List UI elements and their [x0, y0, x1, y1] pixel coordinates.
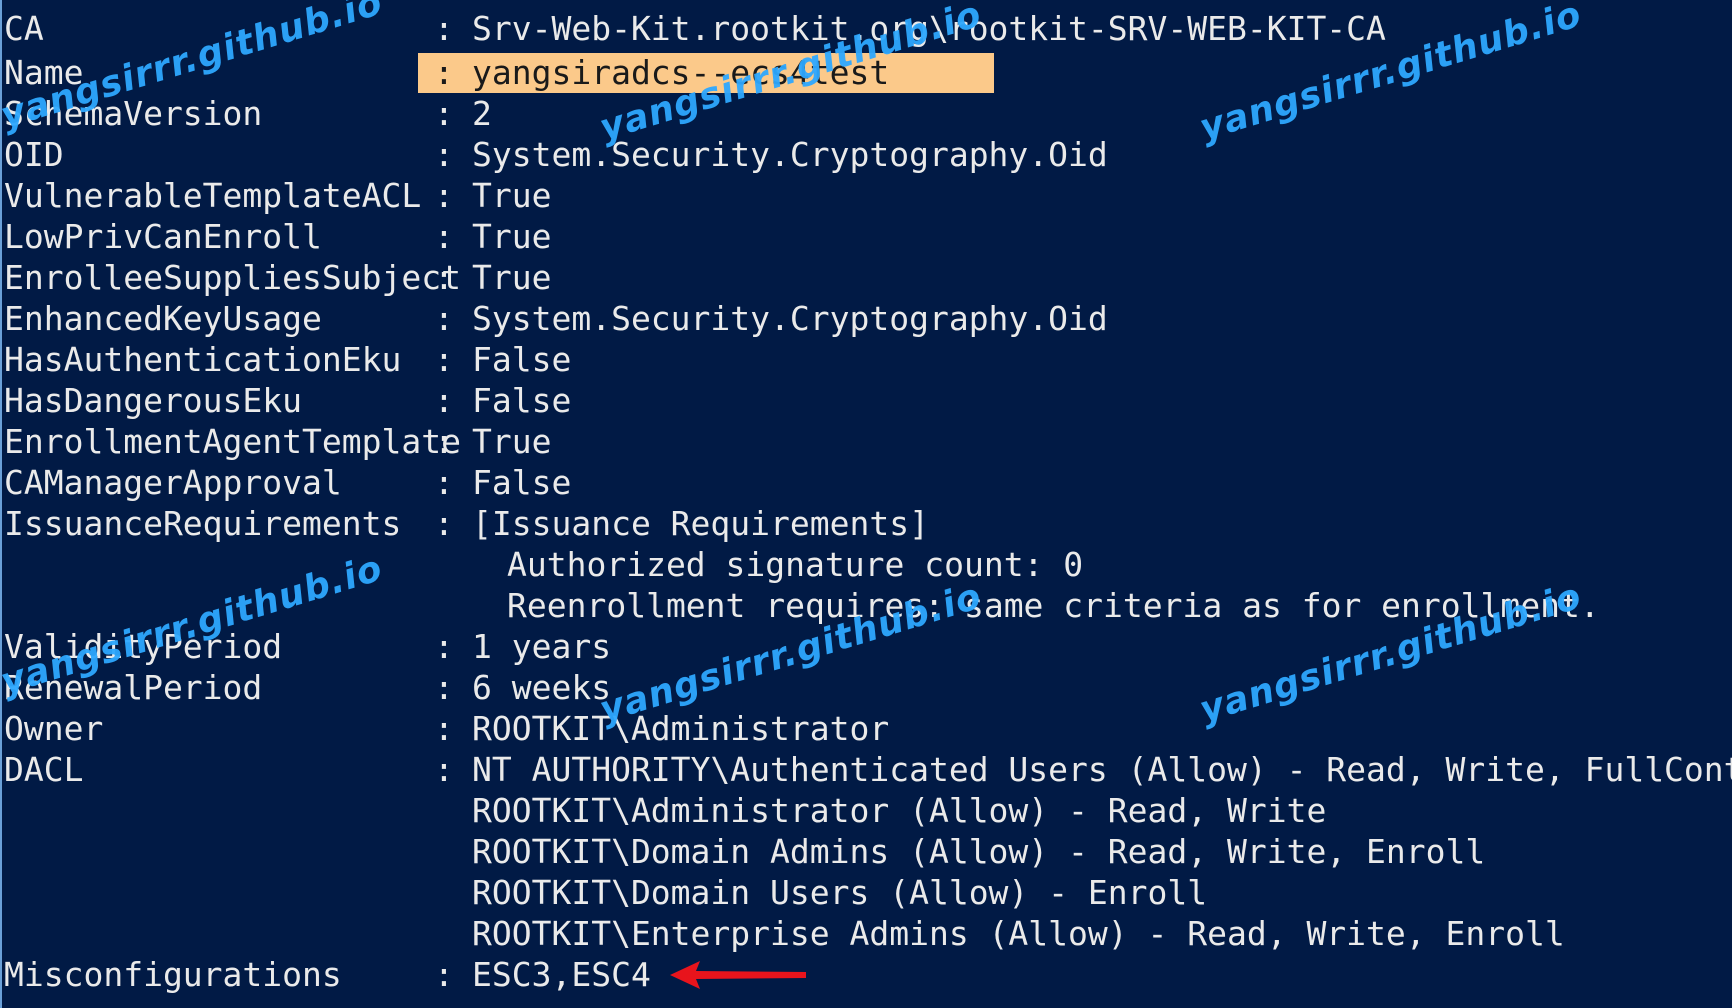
dacl-entry-line: ROOTKIT\Domain Users (Allow) - Enroll — [2, 872, 1732, 913]
property-row-name: Name : yangsiradcs--ecs4test — [2, 52, 1732, 93]
property-key: ValidityPeriod — [4, 627, 283, 666]
property-row-validityperiod: ValidityPeriod : 1 years — [2, 626, 1732, 667]
property-separator: : — [434, 381, 454, 420]
property-separator: : — [434, 627, 454, 666]
property-key: EnrolleeSuppliesSubject — [4, 258, 461, 297]
property-key: OID — [4, 135, 64, 174]
property-value-continuation: ROOTKIT\Administrator (Allow) - Read, Wr… — [472, 791, 1327, 830]
property-separator: : — [434, 340, 454, 379]
property-row-vulnerabletemplateacl: VulnerableTemplateACL : True — [2, 175, 1732, 216]
property-value: True — [472, 422, 552, 461]
property-separator: : — [434, 299, 454, 338]
property-row-enhancedkeyusage: EnhancedKeyUsage : System.Security.Crypt… — [2, 298, 1732, 339]
property-key: Owner — [4, 709, 104, 748]
property-value-continuation: ROOTKIT\Enterprise Admins (Allow) - Read… — [472, 914, 1565, 953]
dacl-entry-line: ROOTKIT\Domain Admins (Allow) - Read, Wr… — [2, 831, 1732, 872]
property-value-continuation: Authorized signature count: 0 — [507, 545, 1084, 584]
property-key: EnhancedKeyUsage — [4, 299, 322, 338]
property-key: HasDangerousEku — [4, 381, 303, 420]
property-value: ROOTKIT\Administrator — [472, 709, 890, 748]
annotation-arrow-icon — [670, 961, 806, 989]
property-key: RenewalPeriod — [4, 668, 263, 707]
property-key: Name — [4, 53, 84, 92]
property-separator: : — [434, 176, 454, 215]
property-row-camanagerapproval: CAManagerApproval : False — [2, 462, 1732, 503]
property-row-ca: CA : Srv-Web-Kit.rootkit.org\rootkit-SRV… — [2, 8, 1732, 49]
property-row-hasdangerouseku: HasDangerousEku : False — [2, 380, 1732, 421]
property-row-owner: Owner : ROOTKIT\Administrator — [2, 708, 1732, 749]
property-value: NT AUTHORITY\Authenticated Users (Allow)… — [472, 750, 1732, 789]
property-row-misconfigurations: Misconfigurations : ESC3,ESC4 — [2, 954, 1732, 995]
property-separator: : — [434, 709, 454, 748]
property-row-lowprivcanenroll: LowPrivCanEnroll : True — [2, 216, 1732, 257]
property-value: 2 — [472, 94, 492, 133]
property-separator: : — [434, 422, 454, 461]
property-key: Misconfigurations — [4, 955, 342, 994]
property-separator: : — [434, 504, 454, 543]
property-row-enrolleesuppliessubject: EnrolleeSuppliesSubject : True — [2, 257, 1732, 298]
property-value: yangsiradcs--ecs4test — [472, 53, 890, 92]
issuance-requirement-line: Reenrollment requires: same criteria as … — [2, 585, 1732, 626]
property-separator: : — [434, 135, 454, 174]
property-value-continuation: ROOTKIT\Domain Admins (Allow) - Read, Wr… — [472, 832, 1486, 871]
property-key: EnrollmentAgentTemplate — [4, 422, 461, 461]
property-key: DACL — [4, 750, 84, 789]
property-value: True — [472, 217, 552, 256]
powershell-terminal[interactable]: CA : Srv-Web-Kit.rootkit.org\rootkit-SRV… — [0, 0, 1732, 1008]
property-separator: : — [434, 53, 454, 92]
dacl-entry-line: ROOTKIT\Administrator (Allow) - Read, Wr… — [2, 790, 1732, 831]
property-key: CA — [4, 9, 44, 48]
property-value: System.Security.Cryptography.Oid — [472, 135, 1108, 174]
property-key: IssuanceRequirements — [4, 504, 402, 543]
property-separator: : — [434, 955, 454, 994]
property-key: HasAuthenticationEku — [4, 340, 402, 379]
property-separator: : — [434, 94, 454, 133]
property-separator: : — [434, 258, 454, 297]
property-value: [Issuance Requirements] — [472, 504, 929, 543]
property-row-issuancerequirements: IssuanceRequirements : [Issuance Require… — [2, 503, 1732, 544]
property-key: VulnerableTemplateACL — [4, 176, 422, 215]
property-separator: : — [434, 750, 454, 789]
property-key: LowPrivCanEnroll — [4, 217, 322, 256]
property-value: 1 years — [472, 627, 612, 666]
property-separator: : — [434, 463, 454, 502]
property-value-continuation: Reenrollment requires: same criteria as … — [507, 586, 1600, 625]
property-key: CAManagerApproval — [4, 463, 342, 502]
property-row-schemaversion: SchemaVersion : 2 — [2, 93, 1732, 134]
property-value: ESC3,ESC4 — [472, 955, 651, 994]
property-value: False — [472, 340, 572, 379]
property-value: False — [472, 381, 572, 420]
property-row-enrollmentagenttemplate: EnrollmentAgentTemplate : True — [2, 421, 1732, 462]
issuance-requirement-line: Authorized signature count: 0 — [2, 544, 1732, 585]
property-row-hasauthenticationeku: HasAuthenticationEku : False — [2, 339, 1732, 380]
dacl-entry-line: ROOTKIT\Enterprise Admins (Allow) - Read… — [2, 913, 1732, 954]
property-separator: : — [434, 9, 454, 48]
property-value: 6 weeks — [472, 668, 612, 707]
property-key: SchemaVersion — [4, 94, 263, 133]
property-row-renewalperiod: RenewalPeriod : 6 weeks — [2, 667, 1732, 708]
property-separator: : — [434, 217, 454, 256]
property-value: True — [472, 258, 552, 297]
property-value: Srv-Web-Kit.rootkit.org\rootkit-SRV-WEB-… — [472, 9, 1386, 48]
property-separator: : — [434, 668, 454, 707]
property-value: System.Security.Cryptography.Oid — [472, 299, 1108, 338]
property-value: False — [472, 463, 572, 502]
property-value-continuation: ROOTKIT\Domain Users (Allow) - Enroll — [472, 873, 1208, 912]
property-value: True — [472, 176, 552, 215]
property-row-oid: OID : System.Security.Cryptography.Oid — [2, 134, 1732, 175]
property-row-dacl: DACL : NT AUTHORITY\Authenticated Users … — [2, 749, 1732, 790]
